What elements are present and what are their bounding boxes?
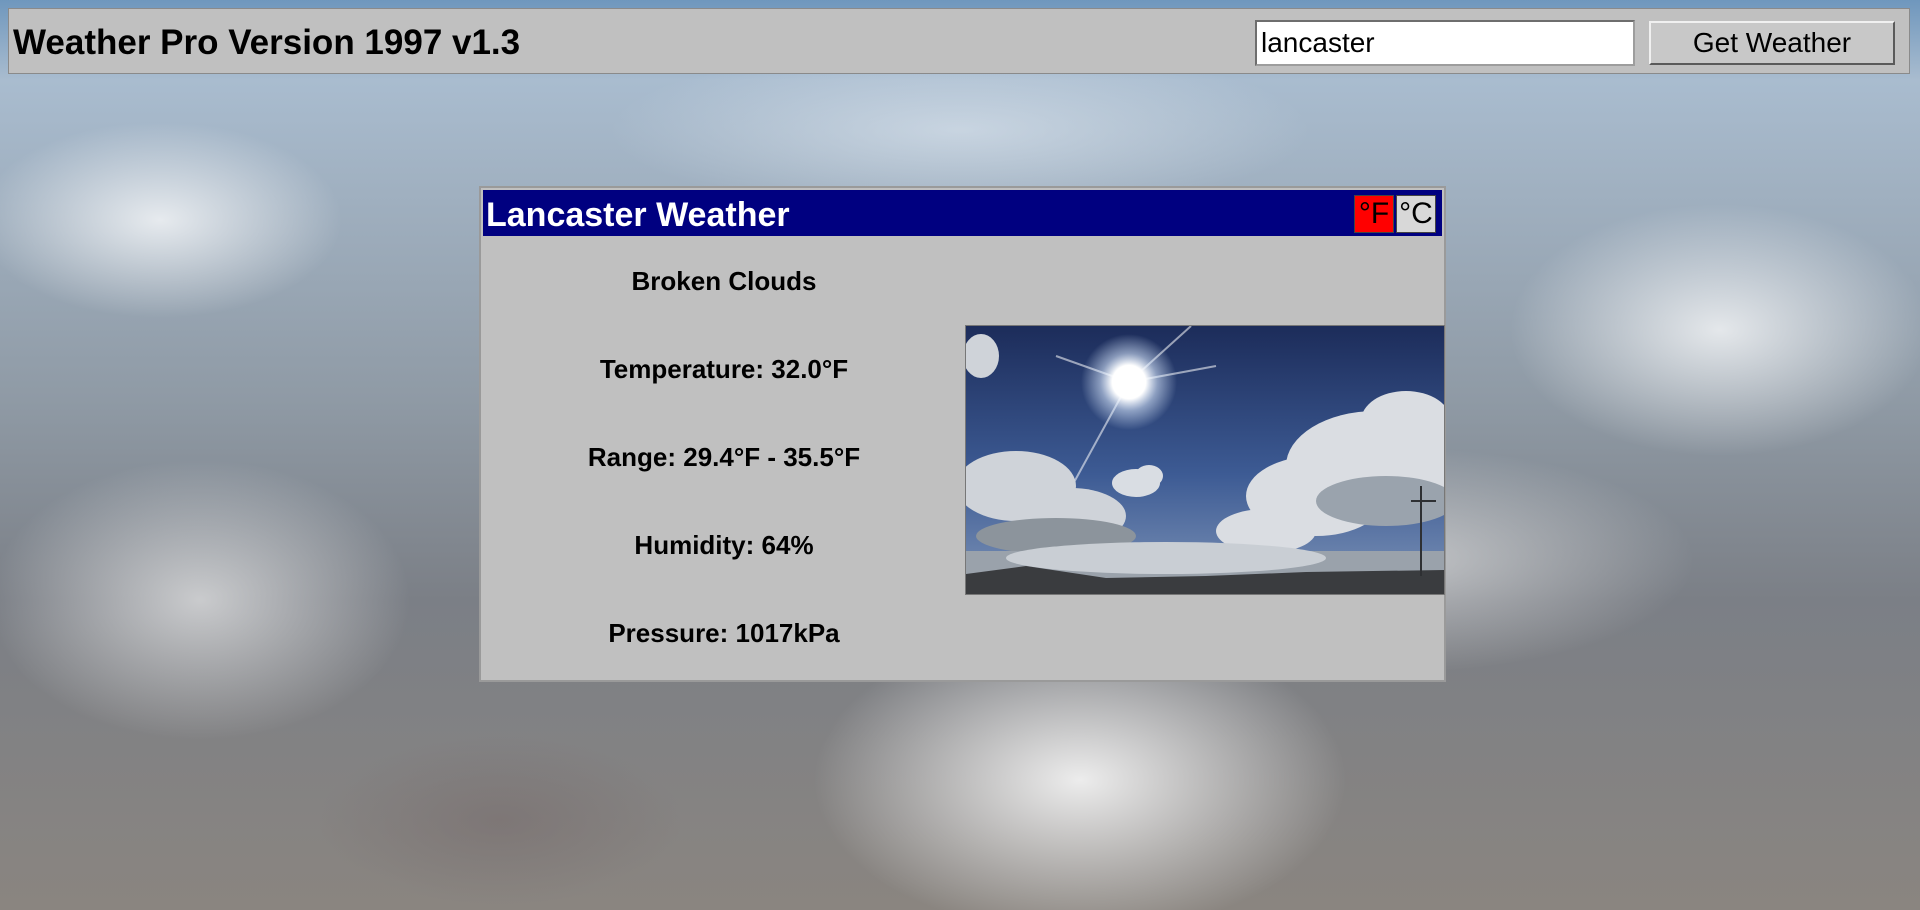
pressure-value: Pressure: 1017kPa [608, 618, 840, 648]
weather-window-title: Lancaster Weather [486, 196, 790, 234]
temperature-range: Range: 29.4°F - 35.5°F [587, 442, 861, 472]
temperature-value: Temperature: 32.0°F [599, 354, 849, 384]
fahrenheit-toggle[interactable]: °F [1354, 195, 1394, 233]
weather-condition-image [965, 325, 1445, 595]
celsius-toggle[interactable]: °C [1396, 195, 1436, 233]
weather-condition: Broken Clouds [631, 266, 817, 296]
sky-sun-clouds-image [966, 326, 1444, 594]
weather-window: Lancaster Weather °F °C Broken Clouds Te… [479, 186, 1446, 682]
app-title: Weather Pro Version 1997 v1.3 [13, 23, 521, 62]
weather-titlebar: Lancaster Weather °F °C [483, 190, 1442, 236]
humidity-value: Humidity: 64% [634, 530, 814, 560]
city-search-input[interactable] [1255, 20, 1635, 66]
top-bar: Weather Pro Version 1997 v1.3 Get Weathe… [8, 8, 1910, 74]
get-weather-button[interactable]: Get Weather [1649, 21, 1895, 65]
